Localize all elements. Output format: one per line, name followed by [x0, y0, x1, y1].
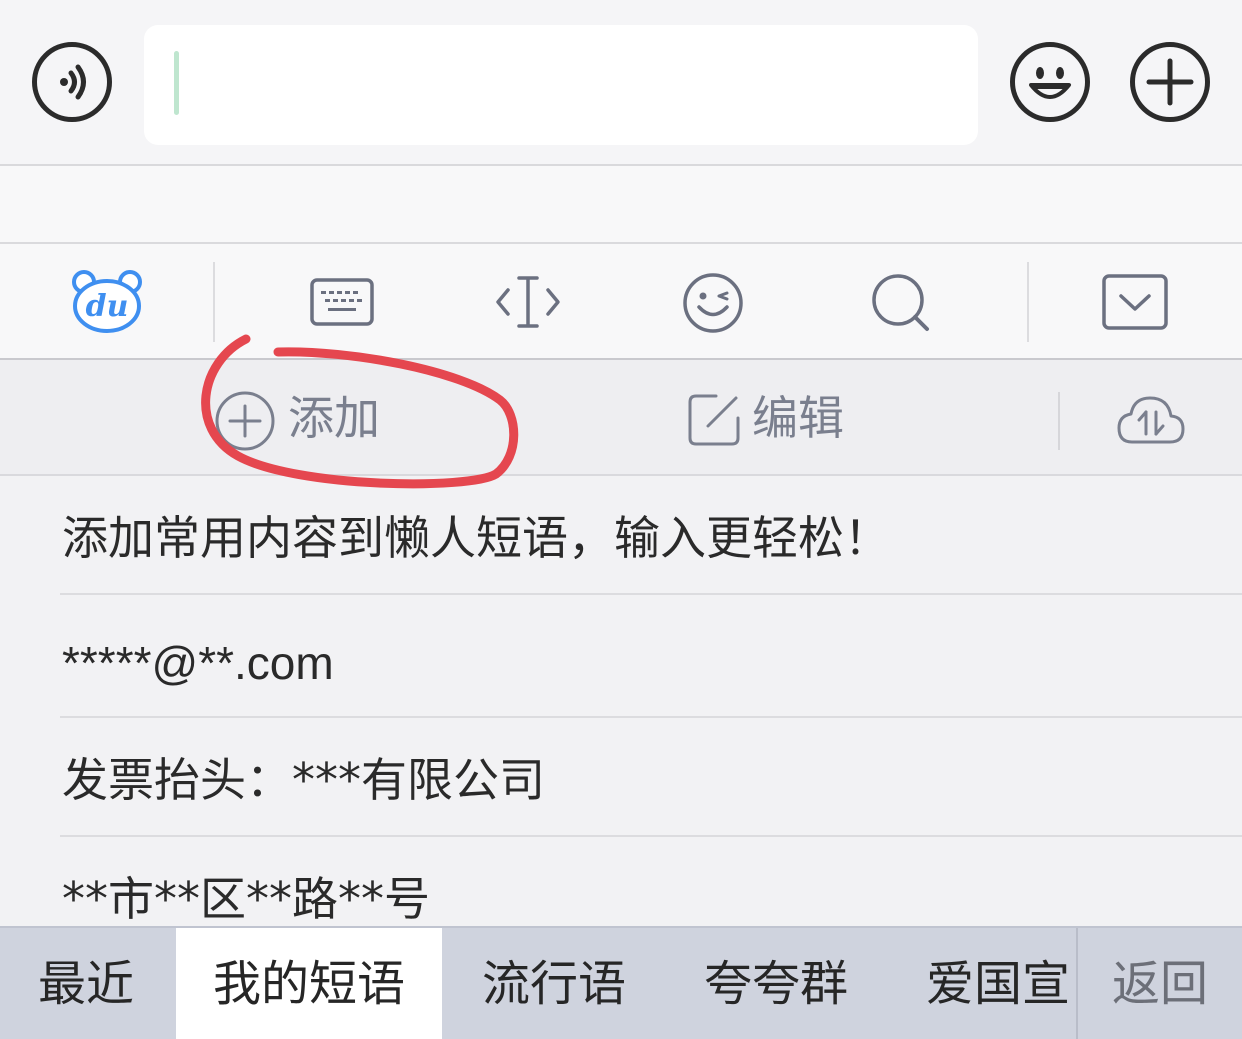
edit-icon — [688, 394, 740, 446]
add-circle-icon — [215, 391, 275, 451]
phrase-action-row: 添加 编辑 — [0, 360, 1242, 476]
tab-recent[interactable]: 最近 — [38, 928, 158, 1039]
toolbar-divider — [1027, 262, 1029, 342]
candidate-strip — [0, 166, 1242, 244]
action-divider — [1058, 392, 1060, 450]
cursor-move-button[interactable] — [494, 274, 562, 330]
phrase-text: 发票抬头：***有限公司 — [62, 753, 545, 807]
cursor-move-icon — [496, 276, 560, 328]
tab-praise-group[interactable]: 夸夸群 — [704, 928, 864, 1039]
voice-button[interactable] — [32, 42, 112, 122]
keyboard-button[interactable] — [310, 276, 374, 328]
search-icon — [872, 274, 929, 331]
keyboard-screen: du 添加 编辑 添加常用内容到懒人短语，输入更轻松！ *****@**.com… — [0, 0, 1242, 1039]
add-phrase-button[interactable]: 添加 — [212, 360, 412, 476]
plus-icon — [1146, 58, 1194, 106]
phrase-item[interactable]: 添加常用内容到懒人短语，输入更轻松！ — [60, 476, 1242, 595]
voice-icon — [60, 64, 86, 100]
phrase-item[interactable]: *****@**.com — [60, 599, 1242, 718]
phrase-list: 添加常用内容到懒人短语，输入更轻松！ *****@**.com 发票抬头：***… — [0, 476, 1242, 926]
emoji-panel-button[interactable] — [682, 272, 744, 334]
input-bar — [0, 0, 1242, 166]
phrase-item[interactable]: 发票抬头：***有限公司 — [60, 718, 1242, 837]
smiley-icon — [1029, 67, 1071, 99]
phrase-text: *****@**.com — [62, 637, 334, 689]
collapse-keyboard-button[interactable] — [1102, 274, 1168, 330]
keyboard-icon — [310, 278, 374, 326]
keyboard-toolbar: du — [0, 244, 1242, 360]
phrase-text: **市**区**路**号 — [62, 872, 430, 926]
tab-patriotic[interactable]: 爱国宣 — [926, 928, 1076, 1039]
back-button[interactable]: 返回 — [1076, 928, 1242, 1039]
phrase-item[interactable]: **市**区**路**号 — [60, 837, 1242, 926]
emoji-icon — [683, 273, 743, 333]
collapse-keyboard-icon — [1102, 274, 1168, 330]
message-input[interactable] — [144, 25, 978, 145]
search-button[interactable] — [870, 272, 932, 334]
cloud-sync-icon — [1117, 396, 1185, 444]
svg-text:du: du — [86, 289, 129, 324]
edit-phrase-button[interactable]: 编辑 — [684, 360, 864, 476]
toolbar-divider — [213, 262, 215, 342]
du-logo-button[interactable]: du — [70, 268, 144, 334]
edit-phrase-label: 编辑 — [752, 391, 844, 445]
cloud-sync-button[interactable] — [1116, 394, 1186, 446]
add-phrase-label: 添加 — [288, 391, 380, 445]
tab-my-phrases[interactable]: 我的短语 — [176, 928, 442, 1039]
du-logo-icon: du — [72, 270, 142, 333]
text-caret — [174, 51, 179, 115]
phrase-text: 添加常用内容到懒人短语，输入更轻松！ — [62, 511, 890, 565]
phrase-category-tabs: 最近 我的短语 流行语 夸夸群 爱国宣 返回 — [0, 926, 1242, 1039]
plus-button[interactable] — [1130, 42, 1210, 122]
tab-popular-phrases[interactable]: 流行语 — [482, 928, 642, 1039]
emoji-button[interactable] — [1010, 42, 1090, 122]
